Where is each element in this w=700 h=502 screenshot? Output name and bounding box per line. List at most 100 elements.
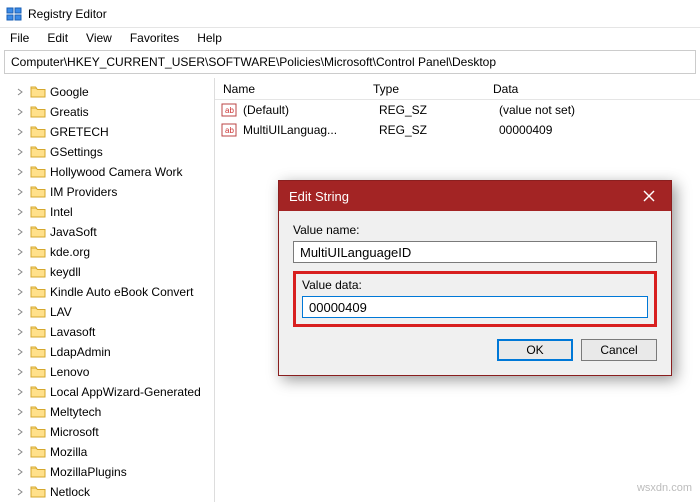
tree-item[interactable]: keydll bbox=[0, 262, 214, 282]
valuedata-field[interactable] bbox=[302, 296, 648, 318]
address-bar[interactable]: Computer\HKEY_CURRENT_USER\SOFTWARE\Poli… bbox=[4, 50, 696, 74]
chevron-right-icon[interactable] bbox=[16, 148, 28, 156]
chevron-right-icon[interactable] bbox=[16, 308, 28, 316]
valuedata-highlight: Value data: bbox=[293, 271, 657, 327]
tree-item[interactable]: Lenovo bbox=[0, 362, 214, 382]
folder-icon bbox=[30, 225, 46, 239]
tree-item[interactable]: Intel bbox=[0, 202, 214, 222]
tree-item[interactable]: Local AppWizard-Generated bbox=[0, 382, 214, 402]
menu-edit[interactable]: Edit bbox=[39, 29, 76, 47]
chevron-right-icon[interactable] bbox=[16, 108, 28, 116]
cell-type: REG_SZ bbox=[371, 123, 491, 137]
tree-item[interactable]: Google bbox=[0, 82, 214, 102]
tree-item-label: Hollywood Camera Work bbox=[50, 165, 183, 179]
tree-item[interactable]: IM Providers bbox=[0, 182, 214, 202]
chevron-right-icon[interactable] bbox=[16, 168, 28, 176]
chevron-right-icon[interactable] bbox=[16, 88, 28, 96]
chevron-right-icon[interactable] bbox=[16, 328, 28, 336]
tree-item-label: Local AppWizard-Generated bbox=[50, 385, 201, 399]
cell-name: MultiUILanguag... bbox=[243, 123, 371, 137]
chevron-right-icon[interactable] bbox=[16, 288, 28, 296]
folder-icon bbox=[30, 325, 46, 339]
list-row[interactable]: ab MultiUILanguag...REG_SZ00000409 bbox=[215, 120, 700, 140]
chevron-right-icon[interactable] bbox=[16, 368, 28, 376]
chevron-right-icon[interactable] bbox=[16, 488, 28, 496]
tree-item-label: LdapAdmin bbox=[50, 345, 111, 359]
regedit-icon bbox=[6, 6, 22, 22]
valuename-field bbox=[293, 241, 657, 263]
col-header-data[interactable]: Data bbox=[485, 82, 700, 96]
tree-item-label: Greatis bbox=[50, 105, 89, 119]
chevron-right-icon[interactable] bbox=[16, 128, 28, 136]
folder-icon bbox=[30, 165, 46, 179]
menubar: File Edit View Favorites Help bbox=[0, 28, 700, 48]
dialog-buttons: OK Cancel bbox=[293, 339, 657, 361]
chevron-right-icon[interactable] bbox=[16, 208, 28, 216]
tree-item-label: Mozilla bbox=[50, 445, 87, 459]
folder-icon bbox=[30, 385, 46, 399]
chevron-right-icon[interactable] bbox=[16, 428, 28, 436]
tree-item[interactable]: LdapAdmin bbox=[0, 342, 214, 362]
tree-item[interactable]: Mozilla bbox=[0, 442, 214, 462]
chevron-right-icon[interactable] bbox=[16, 248, 28, 256]
cell-data: 00000409 bbox=[491, 123, 700, 137]
folder-icon bbox=[30, 405, 46, 419]
folder-icon bbox=[30, 185, 46, 199]
chevron-right-icon[interactable] bbox=[16, 228, 28, 236]
string-value-icon: ab bbox=[221, 102, 237, 118]
close-icon[interactable] bbox=[627, 181, 671, 211]
titlebar: Registry Editor bbox=[0, 0, 700, 28]
tree-item[interactable]: Hollywood Camera Work bbox=[0, 162, 214, 182]
tree-item-label: JavaSoft bbox=[50, 225, 97, 239]
folder-icon bbox=[30, 305, 46, 319]
chevron-right-icon[interactable] bbox=[16, 408, 28, 416]
list-rows: ab(Default)REG_SZ(value not set)abMultiU… bbox=[215, 100, 700, 140]
tree-item[interactable]: Greatis bbox=[0, 102, 214, 122]
chevron-right-icon[interactable] bbox=[16, 188, 28, 196]
ok-button[interactable]: OK bbox=[497, 339, 573, 361]
tree-pane[interactable]: Google Greatis GRETECHGSettings Hollywood C… bbox=[0, 78, 215, 502]
tree-item-label: kde.org bbox=[50, 245, 90, 259]
menu-favorites[interactable]: Favorites bbox=[122, 29, 187, 47]
tree-item-label: MozillaPlugins bbox=[50, 465, 127, 479]
valuedata-label: Value data: bbox=[302, 278, 648, 292]
tree-item[interactable]: GRETECH bbox=[0, 122, 214, 142]
folder-icon bbox=[30, 145, 46, 159]
chevron-right-icon[interactable] bbox=[16, 468, 28, 476]
folder-icon bbox=[30, 365, 46, 379]
tree-item-label: Lavasoft bbox=[50, 325, 95, 339]
tree-item-label: Microsoft bbox=[50, 425, 99, 439]
chevron-right-icon[interactable] bbox=[16, 388, 28, 396]
tree-item[interactable]: Meltytech bbox=[0, 402, 214, 422]
dialog-body: Value name: Value data: OK Cancel bbox=[279, 211, 671, 375]
tree-item[interactable]: Microsoft bbox=[0, 422, 214, 442]
chevron-right-icon[interactable] bbox=[16, 448, 28, 456]
menu-file[interactable]: File bbox=[2, 29, 37, 47]
chevron-right-icon[interactable] bbox=[16, 268, 28, 276]
svg-text:ab: ab bbox=[225, 106, 234, 115]
tree-item[interactable]: Netlock bbox=[0, 482, 214, 502]
tree-item-label: Meltytech bbox=[50, 405, 101, 419]
menu-view[interactable]: View bbox=[78, 29, 120, 47]
folder-icon bbox=[30, 265, 46, 279]
dialog-titlebar[interactable]: Edit String bbox=[279, 181, 671, 211]
folder-icon bbox=[30, 425, 46, 439]
folder-icon bbox=[30, 485, 46, 499]
list-row[interactable]: ab(Default)REG_SZ(value not set) bbox=[215, 100, 700, 120]
tree-item[interactable]: MozillaPlugins bbox=[0, 462, 214, 482]
tree-item[interactable]: Kindle Auto eBook Convert bbox=[0, 282, 214, 302]
tree-item[interactable]: GSettings bbox=[0, 142, 214, 162]
tree-item[interactable]: Lavasoft bbox=[0, 322, 214, 342]
tree-item[interactable]: JavaSoft bbox=[0, 222, 214, 242]
string-value-icon: ab bbox=[221, 122, 237, 138]
tree-item[interactable]: LAV bbox=[0, 302, 214, 322]
tree-item[interactable]: kde.org bbox=[0, 242, 214, 262]
folder-icon bbox=[30, 85, 46, 99]
menu-help[interactable]: Help bbox=[189, 29, 230, 47]
chevron-right-icon[interactable] bbox=[16, 348, 28, 356]
cell-data: (value not set) bbox=[491, 103, 700, 117]
col-header-type[interactable]: Type bbox=[365, 82, 485, 96]
col-header-name[interactable]: Name bbox=[215, 82, 365, 96]
address-path: Computer\HKEY_CURRENT_USER\SOFTWARE\Poli… bbox=[11, 55, 496, 69]
cancel-button[interactable]: Cancel bbox=[581, 339, 657, 361]
